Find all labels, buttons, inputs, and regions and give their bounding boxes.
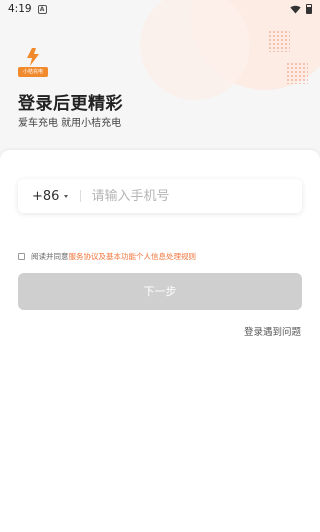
app-logo: 小桔充电 (18, 47, 48, 79)
notification-icon: A (37, 4, 47, 14)
status-time: 4:19 (8, 3, 32, 15)
phone-input-row: +86 (18, 179, 302, 213)
country-code-label: +86 (32, 188, 60, 204)
agree-checkbox[interactable] (18, 253, 25, 260)
phone-input[interactable] (91, 188, 282, 204)
divider (80, 190, 82, 202)
country-code-selector[interactable]: +86 (18, 179, 69, 213)
agree-prefix: 阅读并同意 (31, 252, 69, 261)
login-help-link[interactable]: 登录遇到问题 (244, 324, 301, 338)
wifi-icon (290, 5, 301, 14)
agreement-row: 阅读并同意 服务协议及基本功能个人信息处理规则 (18, 251, 196, 262)
agreement-link[interactable]: 服务协议及基本功能个人信息处理规则 (69, 251, 197, 262)
next-button[interactable]: 下一步 (18, 273, 302, 310)
battery-icon (306, 4, 312, 14)
status-icons (290, 4, 312, 14)
page-subtitle: 爱车充电 就用小桔充电 (18, 118, 122, 129)
page-title: 登录后更精彩 (18, 94, 123, 114)
logo-brand-tag: 小桔充电 (18, 67, 48, 77)
decor-dots (268, 30, 290, 52)
caret-down-icon (64, 194, 69, 198)
decor-dots (286, 62, 308, 84)
status-bar: 4:19 A (0, 0, 320, 18)
lightning-icon (27, 48, 39, 66)
login-screen: 4:19 A 小桔充电 登录后更精彩 爱车充电 就用小桔充电 +86 阅读并同意… (0, 0, 320, 532)
